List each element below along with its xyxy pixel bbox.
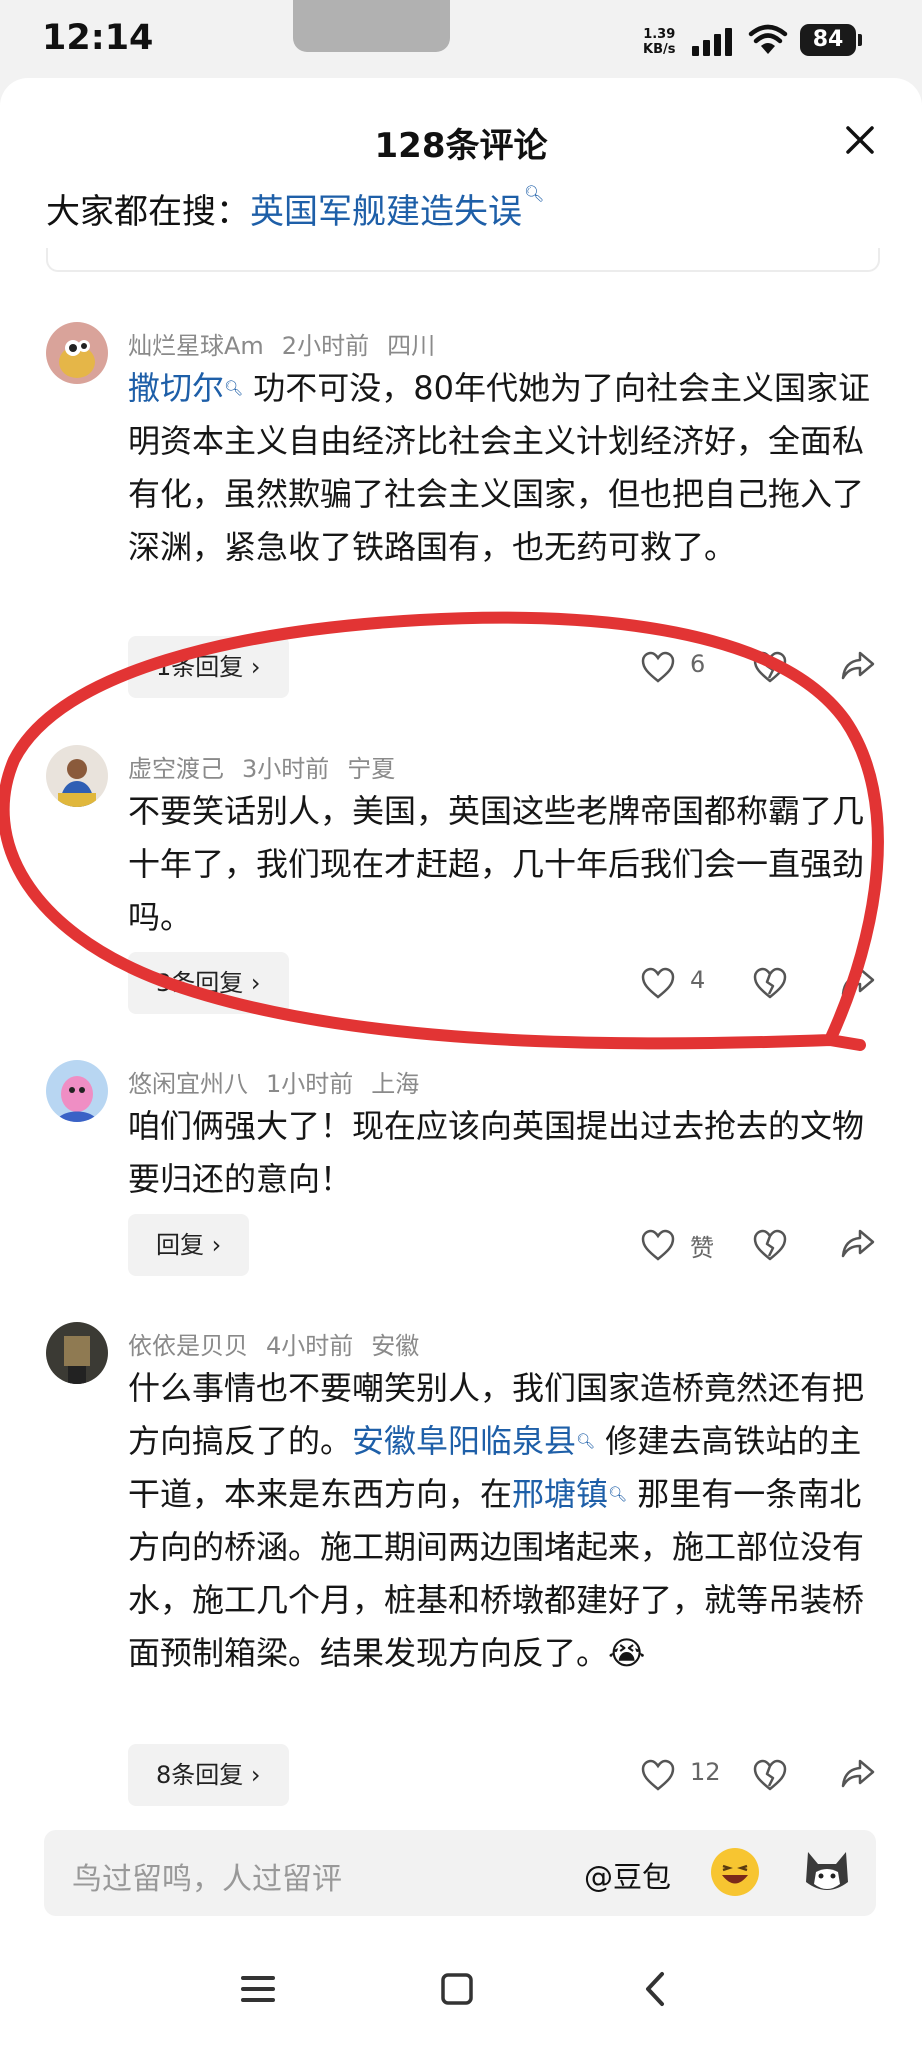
topic-link-text[interactable]: 安徽阜阳临泉县: [352, 1422, 576, 1460]
collapsed-card-edge: [46, 248, 880, 272]
topic-link[interactable]: 撒切尔🔍︎: [128, 369, 243, 407]
comment-text: 咱们俩强大了！现在应该向英国提出过去抢去的文物要归还的意向！: [128, 1107, 865, 1198]
avatar[interactable]: [46, 322, 108, 384]
avatar-photo: [46, 1322, 108, 1384]
comment-input-placeholder[interactable]: 鸟过留鸣，人过留评: [72, 1854, 342, 1898]
topic-link[interactable]: 邢塘镇🔍︎: [512, 1475, 627, 1513]
network-speed-unit: KB/s: [643, 42, 676, 57]
like-label: 赞: [690, 1234, 714, 1262]
cat-sticker-icon[interactable]: [802, 1846, 852, 1898]
search-icon: 🔍︎: [524, 184, 545, 203]
broken-heart-icon[interactable]: [752, 1758, 788, 1792]
avatar-illustration: [46, 322, 108, 384]
heart-icon[interactable]: [640, 1228, 676, 1262]
trending-search-link[interactable]: 英国军舰建造失误 🔍︎: [250, 184, 544, 232]
search-icon: 🔍︎: [608, 1485, 628, 1503]
trending-search-label: 大家都在搜：: [46, 192, 250, 232]
crying-emoji-icon: 😭: [608, 1634, 646, 1672]
like-count: 12: [690, 1758, 721, 1786]
username[interactable]: 灿烂星球Am: [128, 332, 264, 360]
emoji-icon[interactable]: [711, 1848, 759, 1896]
comment-time: 4小时前: [266, 1332, 354, 1360]
comments-title: 128条评论: [374, 126, 548, 166]
wifi-icon: [748, 24, 788, 54]
avatar[interactable]: [46, 1322, 108, 1384]
comment-meta: 依依是贝贝 4小时前 安徽: [128, 1326, 437, 1361]
search-icon: 🔍︎: [224, 379, 244, 397]
topic-link[interactable]: 安徽阜阳临泉县🔍︎: [352, 1422, 595, 1460]
trending-search: 大家都在搜：英国军舰建造失误 🔍︎: [46, 184, 544, 233]
comment-time: 2小时前: [281, 332, 370, 360]
menu-icon[interactable]: [240, 1972, 276, 2006]
comment-actions: 12: [0, 1744, 922, 1806]
comment-meta: 灿烂星球Am 2小时前 四川: [128, 326, 453, 361]
battery-indicator: 84: [800, 24, 862, 56]
broken-heart-icon[interactable]: [752, 1228, 788, 1262]
comment-input-bar[interactable]: 鸟过留鸣，人过留评 @豆包: [44, 1830, 876, 1916]
home-icon[interactable]: [440, 1972, 474, 2006]
heart-icon[interactable]: [640, 1758, 676, 1792]
network-speed: 1.39 KB/s: [643, 27, 675, 57]
signal-icon: [692, 28, 732, 56]
status-time: 12:14: [42, 18, 154, 58]
share-icon[interactable]: [840, 1758, 876, 1790]
red-circle-annotation: [0, 611, 884, 1051]
back-icon[interactable]: [640, 1970, 670, 2008]
mention-doubao-button[interactable]: @豆包: [584, 1854, 671, 1896]
comment-text: 什么事情也不要嘲笑别人，我们国家造桥竟然还有把方向搞反了的。安徽阜阳临泉县🔍︎ …: [128, 1362, 878, 1680]
trending-search-term[interactable]: 英国军舰建造失误: [250, 192, 522, 232]
search-icon: 🔍︎: [576, 1432, 596, 1450]
comment-location: 四川: [387, 332, 436, 360]
comment-text: 撒切尔🔍︎ 功不可没，80年代她为了向社会主义国家证明资本主义自由经济比社会主义…: [128, 362, 878, 574]
comment-actions: 赞: [0, 1214, 922, 1276]
topic-link-text[interactable]: 撒切尔: [128, 369, 224, 407]
status-bar: 12:14 1.39 KB/s 84: [0, 0, 922, 80]
comment-location: 安徽: [371, 1332, 420, 1360]
system-nav-bar: [0, 1948, 922, 2048]
topic-link-text[interactable]: 邢塘镇: [512, 1475, 608, 1513]
username[interactable]: 依依是贝贝: [128, 1332, 248, 1360]
close-icon[interactable]: [836, 116, 884, 164]
network-speed-value: 1.39: [643, 27, 676, 42]
share-icon[interactable]: [840, 1228, 876, 1260]
camera-cutout: [293, 0, 450, 52]
